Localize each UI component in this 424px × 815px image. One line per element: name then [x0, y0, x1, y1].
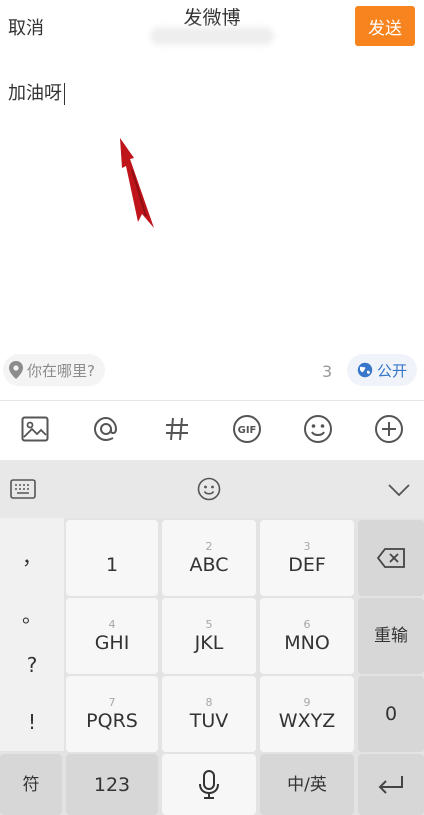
- remaining-count: 3: [322, 362, 333, 381]
- chevron-down-icon[interactable]: [388, 484, 410, 496]
- t9-keyboard: ， 。 ? ! 1 2 ABC 3 DEF 4 GHI 5 JKL 6 MNO 重输 7P…: [0, 518, 424, 815]
- plus-circle-icon[interactable]: [371, 411, 407, 447]
- symbol-key[interactable]: ?: [0, 636, 64, 694]
- at-icon[interactable]: [88, 411, 124, 447]
- text-caret: [64, 83, 65, 105]
- symbol-key[interactable]: 。: [0, 584, 64, 642]
- gif-icon[interactable]: GIF: [229, 411, 265, 447]
- red-arrow-annotation: [120, 138, 154, 228]
- number-switch-key[interactable]: 123: [66, 754, 158, 815]
- symbol-switch-key[interactable]: 符: [0, 754, 62, 815]
- compose-area[interactable]: 加油呀: [0, 54, 424, 350]
- compose-toolbar: GIF: [0, 400, 424, 457]
- backspace-key[interactable]: [358, 520, 424, 596]
- emoji-icon[interactable]: [300, 411, 336, 447]
- globe-icon: [357, 362, 373, 378]
- hashtag-icon[interactable]: [159, 411, 195, 447]
- enter-key[interactable]: [358, 754, 424, 815]
- visibility-label: 公开: [376, 361, 407, 380]
- symbol-key[interactable]: ，: [0, 526, 64, 584]
- key-tuv[interactable]: 8 TUV: [162, 676, 256, 752]
- keyboard-icon[interactable]: [10, 479, 36, 499]
- compose-input[interactable]: 加油呀: [8, 79, 65, 105]
- key-wxyz[interactable]: 9 WXYZ: [260, 676, 354, 752]
- backspace-icon: [377, 548, 405, 568]
- enter-icon: [378, 775, 403, 794]
- key-abc[interactable]: 2 ABC: [162, 520, 256, 596]
- location-pin-icon: [9, 361, 23, 379]
- key-1[interactable]: 1: [66, 520, 158, 596]
- key-0[interactable]: 0: [358, 676, 424, 752]
- retype-key[interactable]: 重输: [358, 598, 424, 674]
- image-icon[interactable]: [17, 411, 53, 447]
- language-switch-key[interactable]: 中/英: [260, 754, 354, 815]
- microphone-icon: [199, 769, 219, 799]
- key-ghi[interactable]: 4 GHI: [66, 598, 158, 674]
- location-button[interactable]: 你在哪里?: [3, 354, 105, 386]
- symbol-column: ， 。 ? !: [0, 518, 64, 751]
- send-button[interactable]: 发送: [355, 6, 415, 46]
- voice-key[interactable]: [162, 754, 256, 815]
- symbol-key[interactable]: !: [0, 693, 64, 751]
- key-mno[interactable]: 6 MNO: [260, 598, 354, 674]
- location-label: 你在哪里?: [27, 361, 95, 380]
- header: 取消 发微博 发送: [0, 0, 424, 54]
- key-pqrs[interactable]: 7 PQRS: [66, 676, 158, 752]
- key-def[interactable]: 3 DEF: [260, 520, 354, 596]
- visibility-button[interactable]: 公开: [347, 354, 417, 386]
- gif-label: GIF: [238, 425, 257, 436]
- keyboard-toolbar: [0, 460, 424, 518]
- key-jkl[interactable]: 5 JKL: [162, 598, 256, 674]
- keyboard-emoji-icon[interactable]: [197, 477, 221, 501]
- account-name-blurred: [150, 27, 274, 45]
- compose-text: 加油呀: [8, 83, 62, 104]
